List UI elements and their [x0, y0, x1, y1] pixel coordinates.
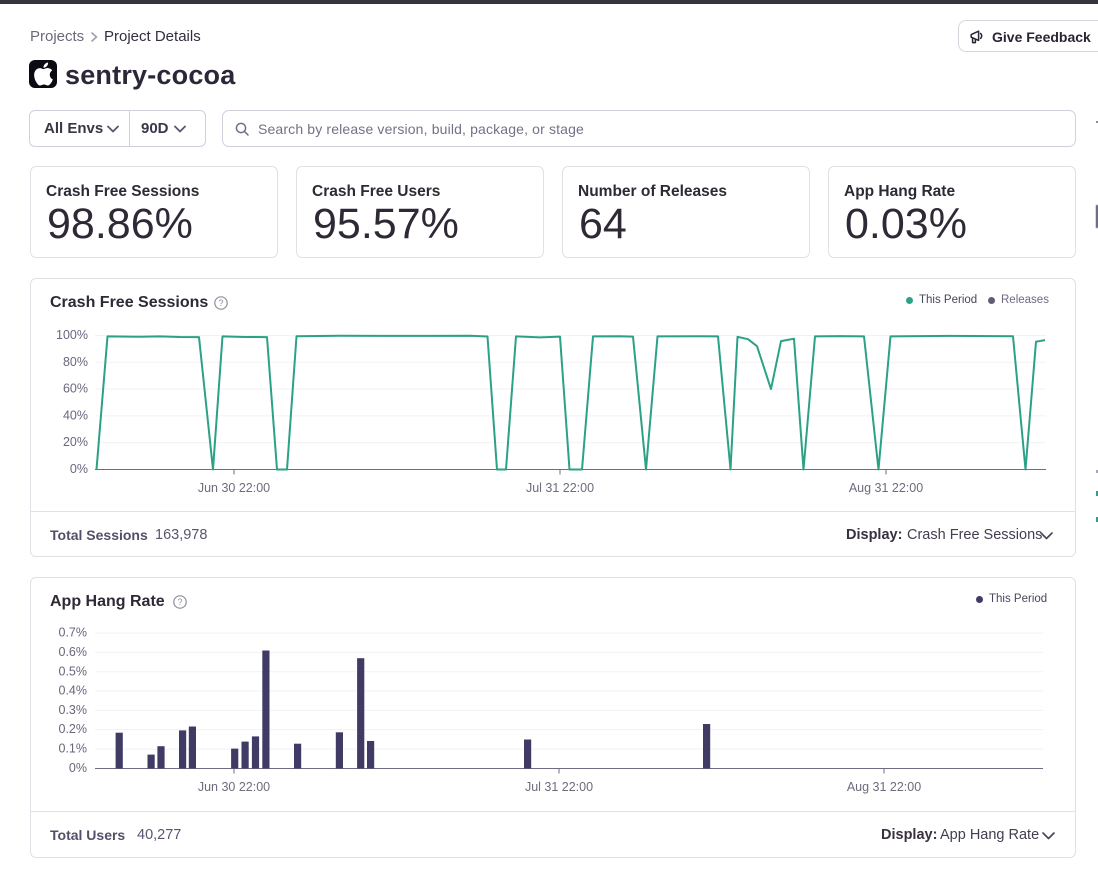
svg-text:Aug 31 22:00: Aug 31 22:00 [849, 481, 923, 495]
svg-text:0.1%: 0.1% [59, 742, 88, 756]
svg-text:Jul 31 22:00: Jul 31 22:00 [525, 780, 593, 794]
svg-text:20%: 20% [63, 435, 88, 449]
svg-text:0%: 0% [70, 462, 88, 476]
svg-text:0%: 0% [69, 761, 87, 775]
svg-text:0.6%: 0.6% [59, 645, 88, 659]
svg-text:Jun 30 22:00: Jun 30 22:00 [198, 780, 270, 794]
svg-text:40%: 40% [63, 408, 88, 422]
svg-text:0.2%: 0.2% [59, 722, 88, 736]
svg-text:0.5%: 0.5% [59, 664, 88, 678]
svg-text:80%: 80% [63, 355, 88, 369]
svg-text:100%: 100% [56, 328, 88, 342]
svg-text:0.7%: 0.7% [59, 626, 88, 640]
svg-text:0.3%: 0.3% [59, 703, 88, 717]
svg-text:Aug 31 22:00: Aug 31 22:00 [847, 780, 921, 794]
svg-text:Jun 30 22:00: Jun 30 22:00 [198, 481, 270, 495]
svg-text:60%: 60% [63, 382, 88, 396]
svg-text:0.4%: 0.4% [59, 683, 88, 697]
svg-text:Jul 31 22:00: Jul 31 22:00 [526, 481, 594, 495]
